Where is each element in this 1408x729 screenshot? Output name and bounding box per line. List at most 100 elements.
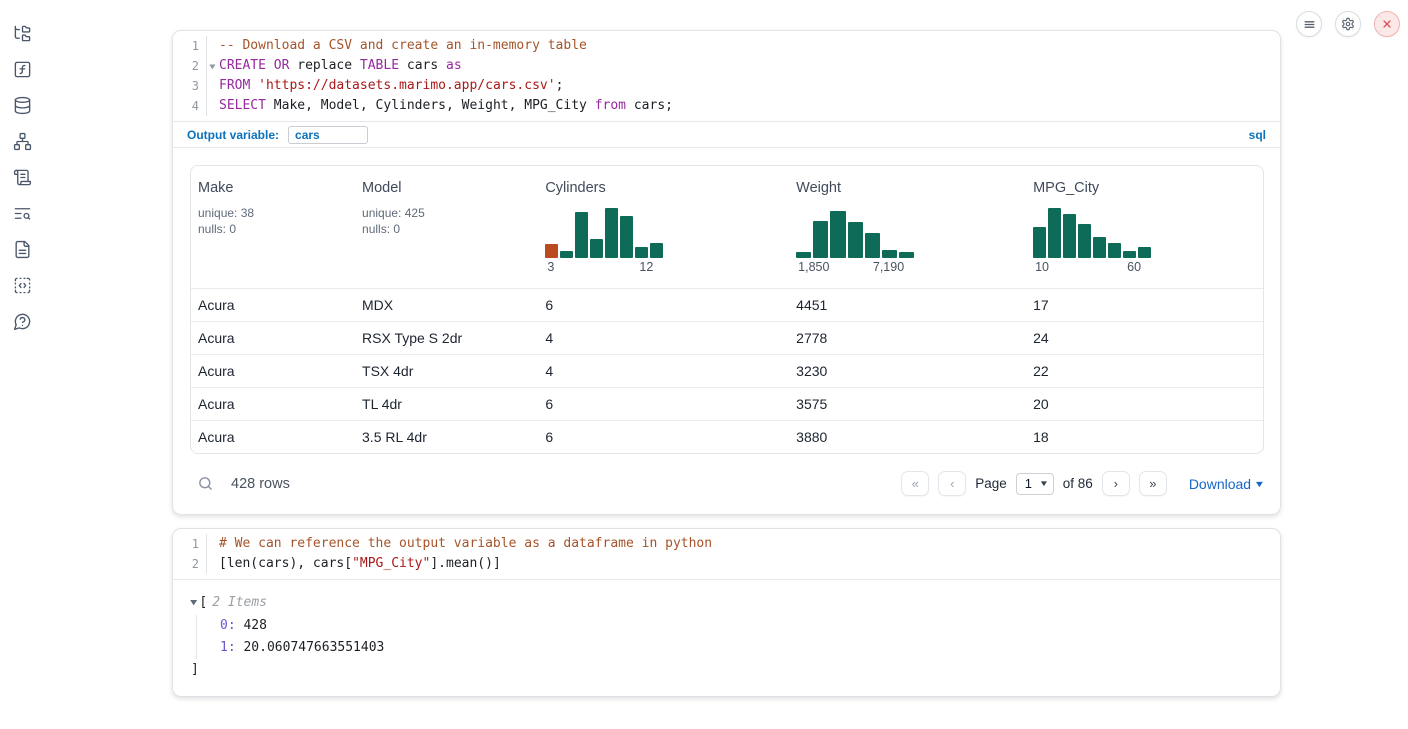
data-sources-icon[interactable] [0, 87, 44, 123]
data-table: Makeunique: 38nulls: 0Modelunique: 425nu… [190, 165, 1264, 454]
search-icon[interactable] [197, 475, 214, 492]
page-total-label: of 86 [1063, 476, 1093, 491]
histogram-bar [830, 211, 845, 259]
code-line[interactable]: 1# We can reference the output variable … [173, 534, 1280, 554]
table-row[interactable]: AcuraMDX6445117 [191, 288, 1263, 321]
histogram-bar [796, 252, 811, 259]
code-line[interactable]: 3FROM 'https://datasets.marimo.app/cars.… [173, 76, 1280, 96]
line-number: 1 [173, 534, 207, 554]
column-histogram[interactable]: 312 [545, 208, 663, 274]
tree-entry: 0: 428 [220, 615, 1262, 637]
page-select[interactable]: 1 ▼ [1016, 473, 1054, 495]
fold-chevron-icon[interactable]: ▼ [209, 57, 215, 77]
table-cell: 20 [1026, 396, 1263, 412]
shutdown-button[interactable] [1374, 11, 1400, 37]
dependency-graph-icon[interactable] [0, 123, 44, 159]
settings-button[interactable] [1335, 11, 1361, 37]
menu-icon [1303, 18, 1316, 31]
histogram-bar [1123, 251, 1136, 258]
line-number: 4 [173, 96, 207, 116]
column-histogram[interactable]: 1,850 7,190 [796, 208, 914, 274]
chevron-down-icon: ▼ [1254, 479, 1266, 489]
output-variable-input[interactable] [288, 126, 368, 144]
line-number: 2 [173, 554, 207, 574]
table-row[interactable]: AcuraRSX Type S 2dr4277824 [191, 321, 1263, 354]
line-number: 3 [173, 76, 207, 96]
code-line[interactable]: 1-- Download a CSV and create an in-memo… [173, 36, 1280, 56]
column-stat: unique: 425 [362, 205, 538, 221]
table-header: Makeunique: 38nulls: 0Modelunique: 425nu… [191, 166, 1263, 288]
download-button[interactable]: Download ▼ [1189, 476, 1264, 492]
column-header-mpg_city[interactable]: MPG_City 10 60 [1026, 177, 1263, 288]
table-cell: Acura [191, 363, 355, 379]
output-variable-label: Output variable: [187, 128, 279, 142]
gear-icon [1341, 17, 1355, 31]
histogram-bar [590, 239, 603, 258]
column-name: MPG_City [1033, 180, 1263, 196]
histogram-bar [545, 244, 558, 258]
tree-entry-key: 1: [220, 640, 236, 655]
file-tree-icon[interactable] [0, 15, 44, 51]
page-select-value: 1 [1025, 476, 1032, 491]
column-header-weight[interactable]: Weight1,8507,190 [789, 177, 1026, 288]
next-page-button[interactable]: › [1102, 471, 1130, 496]
logs-icon[interactable] [0, 159, 44, 195]
table-cell: 6 [538, 396, 789, 412]
column-stat: nulls: 0 [362, 221, 538, 237]
tree-entry: 1: 20.060747663551403 [220, 637, 1262, 659]
table-cell: TSX 4dr [355, 363, 538, 379]
language-badge: sql [1249, 128, 1266, 142]
table-footer: 428 rows « ‹ Page 1 ▼ of 86 › » Download… [173, 454, 1280, 500]
last-page-button[interactable]: » [1139, 471, 1167, 496]
histogram-min-label: 3 [547, 260, 554, 274]
histogram-bar [1093, 237, 1106, 258]
table-row[interactable]: AcuraTL 4dr6357520 [191, 387, 1263, 420]
menu-button[interactable] [1296, 11, 1322, 37]
prev-page-button[interactable]: ‹ [938, 471, 966, 496]
histogram-max-label: 60 [1127, 260, 1141, 274]
table-cell: 4 [538, 330, 789, 346]
table-cell: 4 [538, 363, 789, 379]
table-cell: Acura [191, 297, 355, 313]
output-variable-row: Output variable: sql [173, 122, 1280, 148]
snippets-icon[interactable] [0, 267, 44, 303]
code-text: [len(cars), cars["MPG_City"].mean()] [207, 554, 501, 574]
python-code-editor[interactable]: 1# We can reference the output variable … [173, 529, 1280, 580]
tree-close-bracket: ] [191, 660, 1262, 680]
histogram-min-label: 10 [1035, 260, 1049, 274]
histogram-bar [1063, 214, 1076, 258]
tree-entry-key: 0: [220, 618, 236, 633]
column-header-model[interactable]: Modelunique: 425nulls: 0 [355, 177, 538, 288]
histogram-max-label: 7,190 [873, 260, 904, 274]
code-text: CREATE OR replace TABLE cars as [207, 56, 462, 76]
table-body: AcuraMDX6445117AcuraRSX Type S 2dr427782… [191, 288, 1263, 453]
column-header-make[interactable]: Makeunique: 38nulls: 0 [191, 177, 355, 288]
histogram-min-label: 1,850 [798, 260, 829, 274]
search-list-icon[interactable] [0, 195, 44, 231]
column-histogram[interactable]: 10 60 [1033, 208, 1151, 274]
table-cell: 3880 [789, 429, 1026, 445]
close-icon [1381, 18, 1393, 30]
help-icon[interactable] [0, 303, 44, 339]
variables-icon[interactable] [0, 51, 44, 87]
tree-entry-value: 428 [236, 618, 267, 633]
table-cell: 6 [538, 429, 789, 445]
row-count: 428 rows [231, 476, 290, 492]
code-line[interactable]: 2▼CREATE OR replace TABLE cars as [173, 56, 1280, 76]
table-cell: 18 [1026, 429, 1263, 445]
table-cell: MDX [355, 297, 538, 313]
table-cell: TL 4dr [355, 396, 538, 412]
table-row[interactable]: AcuraTSX 4dr4323022 [191, 354, 1263, 387]
code-line[interactable]: 2[len(cars), cars["MPG_City"].mean()] [173, 554, 1280, 574]
sql-code-editor[interactable]: 1-- Download a CSV and create an in-memo… [173, 31, 1280, 122]
documentation-icon[interactable] [0, 231, 44, 267]
first-page-button[interactable]: « [901, 471, 929, 496]
table-output: Makeunique: 38nulls: 0Modelunique: 425nu… [173, 148, 1280, 454]
column-name: Make [198, 180, 355, 196]
table-row[interactable]: Acura3.5 RL 4dr6388018 [191, 420, 1263, 453]
tree-items-count: 2 Items [212, 593, 267, 613]
column-header-cylinders[interactable]: Cylinders312 [538, 177, 789, 288]
tree-collapse-icon[interactable]: ▼ [190, 593, 197, 613]
code-line[interactable]: 4SELECT Make, Model, Cylinders, Weight, … [173, 96, 1280, 116]
python-output: ▼ [ 2 Items 0: 4281: 20.060747663551403 … [173, 580, 1280, 696]
